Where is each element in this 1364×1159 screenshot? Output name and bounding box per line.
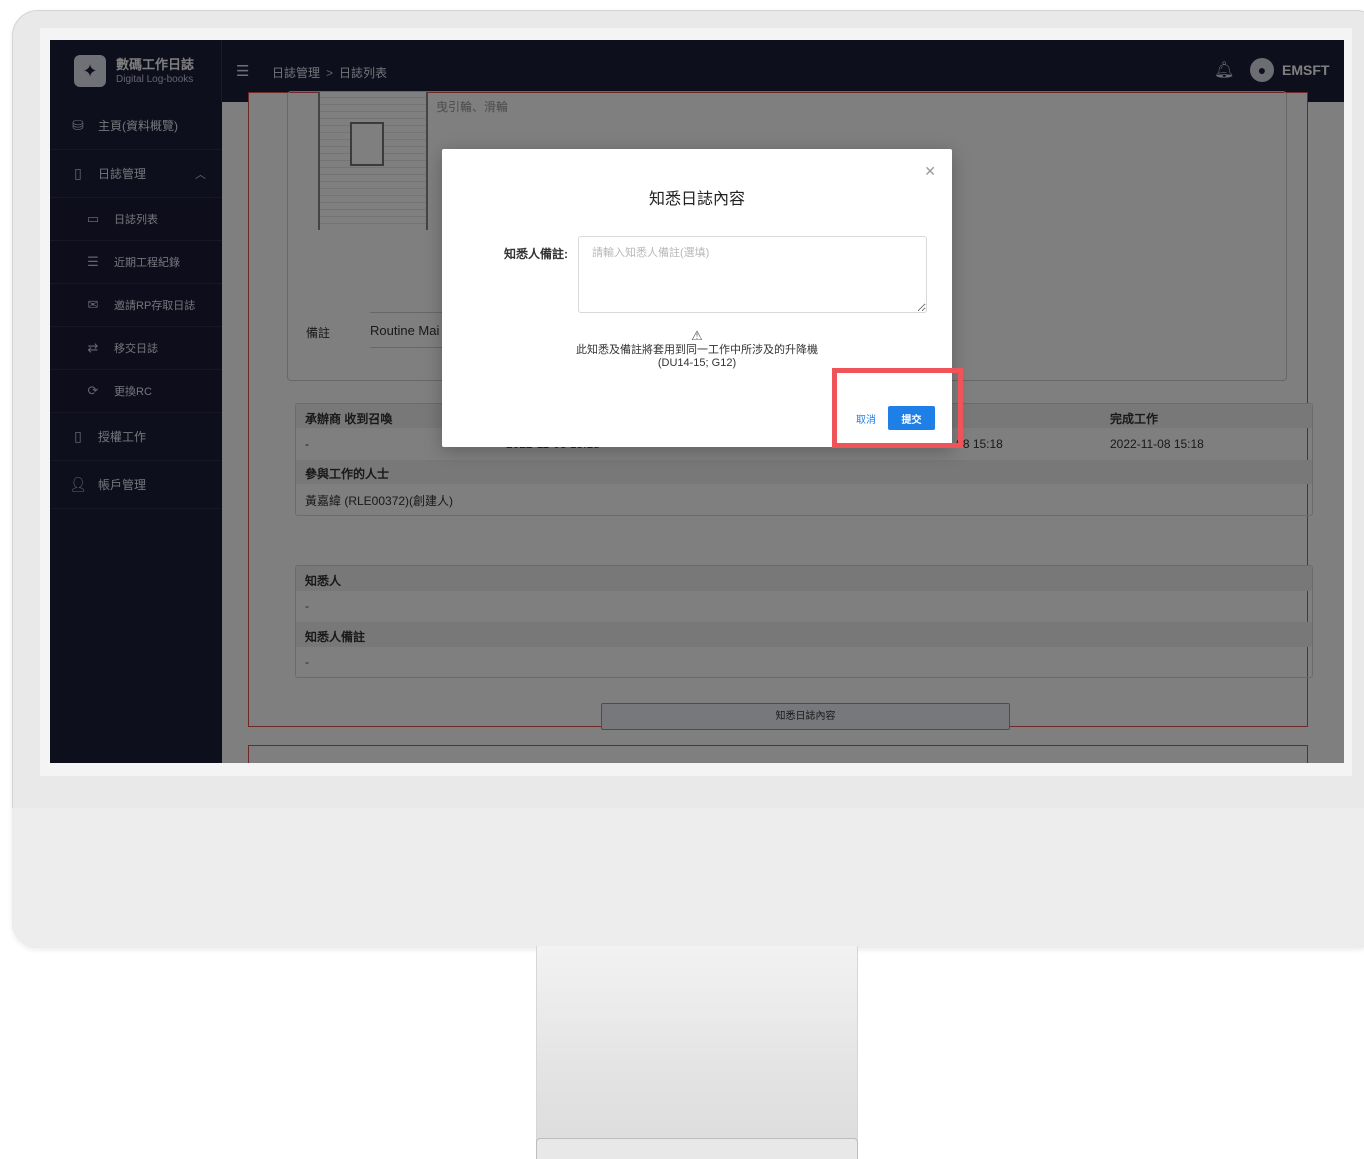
highlight-box xyxy=(832,368,963,448)
monitor-chin xyxy=(12,808,1364,948)
monitor-stand-base xyxy=(536,1138,858,1159)
modal-title: 知悉日誌內容 xyxy=(648,191,745,208)
warning-icon: ⚠ xyxy=(691,328,703,343)
notice-line: 此知悉及備註將套用到同一工作中所涉及的升降機 xyxy=(576,344,818,356)
monitor-stand xyxy=(536,946,858,1159)
remark-field-label: 知悉人備註: xyxy=(504,247,568,261)
app-screen: ✦ 數碼工作日誌 Digital Log-books ☰ 日誌管理>日誌列表 🔔… xyxy=(50,40,1344,763)
remark-input[interactable] xyxy=(578,236,927,313)
close-icon[interactable]: ✕ xyxy=(924,163,936,180)
notice-text: 此知悉及備註將套用到同一工作中所涉及的升降機 (DU14-15; G12) xyxy=(442,344,952,370)
